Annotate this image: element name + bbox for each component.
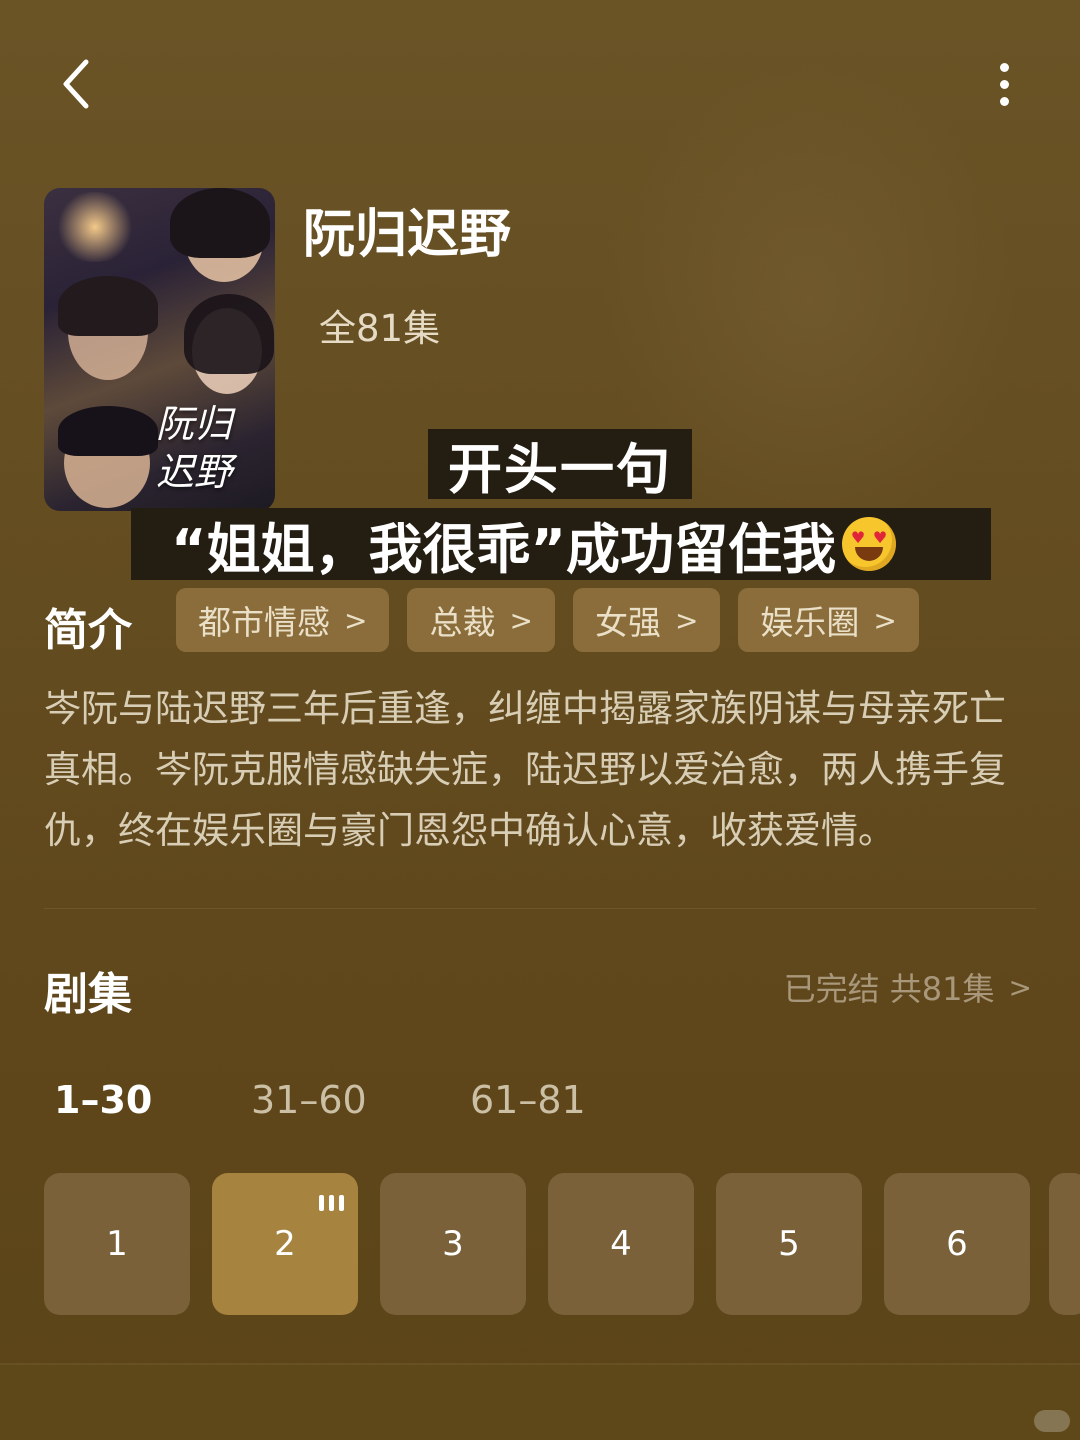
drama-poster[interactable]: 阮归迟野 (44, 188, 275, 511)
caption-line-1: 开头一句 (428, 429, 692, 501)
watermark-icon (1034, 1410, 1070, 1432)
episodes-status-link[interactable]: 已完结 共81集 > (784, 964, 1032, 1010)
tag-label: 娱乐圈 (760, 603, 860, 642)
chevron-right-icon: > (1008, 970, 1032, 1004)
episode-tile-1[interactable]: 1 (44, 1173, 190, 1315)
tag-urban-romance[interactable]: 都市情感 > (176, 588, 390, 652)
playing-bars-icon (319, 1195, 344, 1211)
tag-entertainment[interactable]: 娱乐圈 > (738, 588, 919, 652)
tag-strong-female[interactable]: 女强 > (572, 588, 721, 652)
episode-number: 4 (610, 1224, 632, 1264)
episode-grid: 1 2 3 4 5 6 (44, 1173, 1030, 1315)
episode-tile-5[interactable]: 5 (716, 1173, 862, 1315)
episode-tile-2[interactable]: 2 (212, 1173, 358, 1315)
tag-label: 女强 (594, 603, 661, 642)
tab-range-61-81[interactable]: 61–81 (470, 1078, 586, 1122)
poster-title: 阮归迟野 (156, 402, 233, 494)
drama-description: 岑阮与陆迟野三年后重逢，纠缠中揭露家族阴谋与母亲死亡真相。岑阮克服情感缺失症，陆… (44, 687, 1006, 852)
caption-line-2: “姐姐，我很乖”成功留住我 ♥ ♥ (131, 508, 991, 581)
episode-number: 1 (106, 1224, 128, 1264)
tag-ceo[interactable]: 总裁 > (407, 588, 555, 652)
episode-tile-7-partial[interactable] (1049, 1173, 1080, 1315)
section-divider (44, 908, 1036, 909)
chevron-right-icon: > (344, 603, 368, 637)
intro-label: 简介 (44, 605, 132, 656)
chevron-right-icon: > (509, 603, 533, 637)
episode-number: 3 (442, 1224, 464, 1264)
tag-label: 总裁 (429, 603, 496, 642)
more-vertical-icon (999, 59, 1009, 110)
bottom-area (0, 1363, 1080, 1440)
episode-number: 6 (946, 1224, 968, 1264)
more-button[interactable] (976, 52, 1032, 116)
back-button[interactable] (44, 48, 108, 120)
episodes-label: 剧集 (44, 969, 132, 1020)
episode-number: 2 (274, 1224, 296, 1264)
bottom-divider (0, 1363, 1080, 1365)
chevron-right-icon: > (674, 603, 699, 637)
episodes-status: 已完结 共81集 (783, 970, 995, 1008)
tag-label: 都市情感 (198, 603, 330, 642)
episode-count: 全81集 (319, 307, 441, 350)
caption-line-2-text: “姐姐，我很乖”成功留住我 (171, 517, 836, 581)
episode-number: 5 (778, 1224, 800, 1264)
tab-range-31-60[interactable]: 31–60 (251, 1078, 470, 1122)
episode-tile-4[interactable]: 4 (548, 1173, 694, 1315)
genre-tags: 都市情感 > 总裁 > 女强 > 娱乐圈 > (176, 588, 919, 652)
chevron-left-icon (63, 59, 89, 109)
episode-tile-6[interactable]: 6 (884, 1173, 1030, 1315)
episode-range-tabs: 1–30 31–60 61–81 (54, 1078, 586, 1122)
chevron-right-icon: > (873, 603, 897, 637)
drama-title: 阮归迟野 (303, 205, 512, 265)
tab-range-1-30[interactable]: 1–30 (54, 1078, 251, 1122)
heart-eyes-emoji-icon: ♥ ♥ (841, 517, 896, 571)
episode-tile-3[interactable]: 3 (380, 1173, 526, 1315)
